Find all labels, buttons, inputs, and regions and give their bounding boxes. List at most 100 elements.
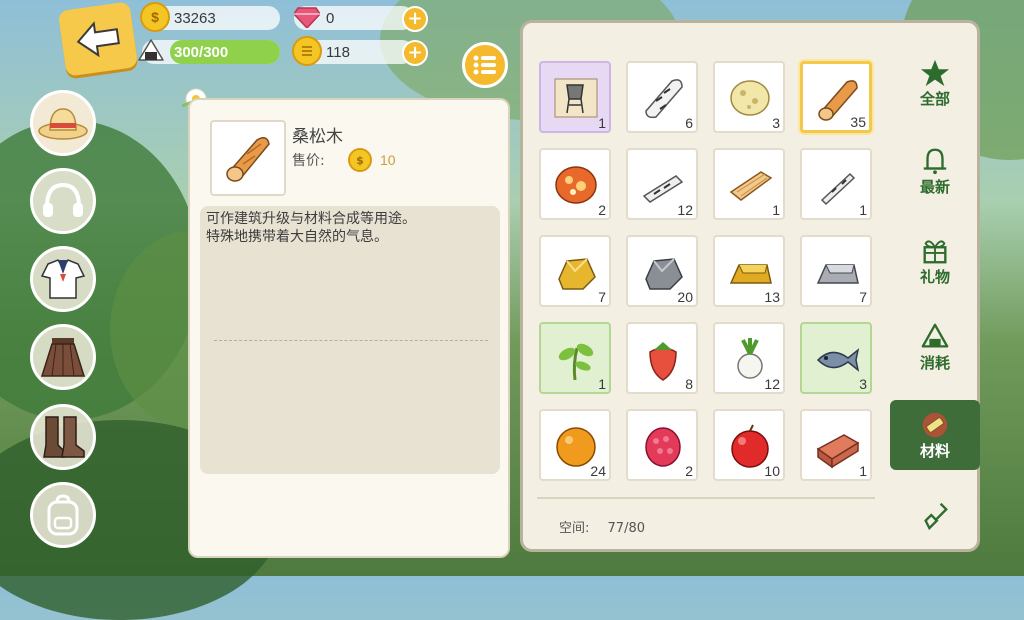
material-icon bbox=[922, 412, 948, 437]
bell-icon bbox=[923, 148, 947, 174]
gold-coin-icon: $ bbox=[140, 2, 170, 32]
item-count: 6 bbox=[685, 115, 693, 131]
inventory-slot[interactable]: 1 bbox=[800, 148, 872, 220]
gold-counter: $ 33263 bbox=[140, 2, 280, 32]
inventory-slot[interactable]: 12 bbox=[626, 148, 698, 220]
item-count: 12 bbox=[677, 202, 693, 218]
inventory-slot[interactable]: 1 bbox=[539, 61, 611, 133]
inventory-slot[interactable]: 6 bbox=[626, 61, 698, 133]
item-count: 3 bbox=[859, 376, 867, 392]
tab-label: 材料 bbox=[919, 441, 950, 460]
description-line: 可作建筑升级与材料合成等用途。 bbox=[206, 211, 416, 227]
description-line: 特殊地携带着大自然的气息。 bbox=[206, 229, 388, 245]
item-count: 1 bbox=[598, 115, 606, 131]
inventory-slot[interactable]: 2 bbox=[626, 409, 698, 481]
item-count: 3 bbox=[772, 115, 780, 131]
space-value: 77/80 bbox=[607, 521, 645, 536]
inventory-slot[interactable]: 2 bbox=[539, 148, 611, 220]
bag-button[interactable] bbox=[30, 482, 96, 548]
skirt-icon bbox=[40, 338, 86, 377]
list-icon bbox=[473, 55, 496, 75]
price-coin-icon: $ bbox=[348, 148, 372, 172]
top-button[interactable] bbox=[30, 246, 96, 312]
item-count: 10 bbox=[764, 463, 780, 479]
wood-log-icon bbox=[226, 137, 270, 182]
add-tokens-button[interactable]: + bbox=[402, 40, 428, 66]
headphones-icon bbox=[43, 182, 83, 217]
item-count: 1 bbox=[859, 202, 867, 218]
gold-value: 33263 bbox=[174, 9, 216, 27]
tab-rice-ball[interactable]: 消耗 bbox=[890, 312, 980, 382]
divider bbox=[214, 340, 488, 341]
sailor-shirt-icon bbox=[40, 259, 86, 299]
gold-ore-icon bbox=[558, 258, 596, 290]
tab-shovel[interactable] bbox=[890, 480, 980, 550]
strawberry-icon bbox=[649, 342, 677, 381]
inventory-slot[interactable]: 3 bbox=[713, 61, 785, 133]
tab-label: 全部 bbox=[919, 89, 950, 108]
wood-plank-icon bbox=[729, 171, 773, 201]
add-gems-button[interactable]: + bbox=[402, 6, 428, 32]
token-value: 118 bbox=[326, 43, 350, 61]
inventory-slot[interactable]: 35 bbox=[800, 61, 872, 133]
item-count: 2 bbox=[685, 463, 693, 479]
item-name: 桑松木 bbox=[292, 127, 343, 147]
divider bbox=[537, 497, 875, 499]
inventory-slot[interactable]: 3 bbox=[800, 322, 872, 394]
list-menu-button[interactable] bbox=[462, 42, 508, 88]
inventory-slot[interactable]: 1 bbox=[800, 409, 872, 481]
straw-hat-icon bbox=[38, 108, 88, 140]
category-tabs: 全部最新礼物消耗材料 bbox=[890, 20, 980, 552]
price-label: 售价: bbox=[292, 153, 325, 169]
tab-star[interactable]: 全部 bbox=[890, 48, 980, 118]
chair-blueprint-icon bbox=[554, 78, 598, 118]
item-count: 7 bbox=[859, 289, 867, 305]
stamina-bar: 300/300 bbox=[138, 39, 280, 64]
amber-icon bbox=[555, 166, 597, 204]
inventory-slot[interactable]: 1 bbox=[713, 148, 785, 220]
headphones-button[interactable] bbox=[30, 168, 96, 234]
rice-ball-icon bbox=[136, 36, 166, 66]
rice-ball-icon bbox=[921, 323, 949, 348]
tab-label: 最新 bbox=[919, 177, 950, 196]
tab-material[interactable]: 材料 bbox=[890, 400, 980, 470]
birch-stick-icon bbox=[820, 172, 856, 206]
stone-slab-icon bbox=[730, 80, 770, 116]
item-count: 2 bbox=[598, 202, 606, 218]
skirt-button[interactable] bbox=[30, 324, 96, 390]
item-description: 可作建筑升级与材料合成等用途。 特殊地携带着大自然的气息。 bbox=[206, 210, 496, 246]
birch-log-icon bbox=[645, 79, 683, 119]
inventory-slot[interactable]: 13 bbox=[713, 235, 785, 307]
stamina-value: 300/300 bbox=[174, 43, 229, 61]
fish-icon bbox=[816, 348, 860, 372]
inventory-slot[interactable]: 8 bbox=[626, 322, 698, 394]
inventory-slot[interactable]: 7 bbox=[800, 235, 872, 307]
tab-bell[interactable]: 最新 bbox=[890, 136, 980, 206]
tab-label: 礼物 bbox=[919, 267, 950, 286]
inventory-slot[interactable]: 10 bbox=[713, 409, 785, 481]
item-count: 1 bbox=[598, 376, 606, 392]
item-count: 24 bbox=[590, 463, 606, 479]
item-count: 7 bbox=[598, 289, 606, 305]
inventory-slot[interactable]: 12 bbox=[713, 322, 785, 394]
back-button[interactable] bbox=[57, 1, 139, 77]
item-price: 10 bbox=[380, 152, 396, 168]
inventory-slot[interactable]: 20 bbox=[626, 235, 698, 307]
boots-icon bbox=[43, 416, 85, 458]
item-count: 35 bbox=[850, 114, 866, 130]
item-count: 12 bbox=[764, 376, 780, 392]
back-arrow-icon bbox=[76, 21, 120, 58]
star-icon bbox=[920, 59, 950, 86]
boots-button[interactable] bbox=[30, 404, 96, 470]
token-counter: 118 bbox=[292, 36, 414, 66]
inventory-slot[interactable]: 7 bbox=[539, 235, 611, 307]
hat-button[interactable] bbox=[30, 90, 96, 156]
item-detail-icon-box bbox=[210, 120, 286, 196]
inventory-slot[interactable]: 24 bbox=[539, 409, 611, 481]
tab-label: 消耗 bbox=[919, 353, 950, 372]
item-count: 8 bbox=[685, 376, 693, 392]
tab-gift[interactable]: 礼物 bbox=[890, 226, 980, 296]
item-detail-panel: 桑松木 售价: $ 10 可作建筑升级与材料合成等用途。 特殊地携带着大自然的气… bbox=[188, 98, 510, 558]
item-count: 1 bbox=[772, 202, 780, 218]
inventory-slot[interactable]: 1 bbox=[539, 322, 611, 394]
